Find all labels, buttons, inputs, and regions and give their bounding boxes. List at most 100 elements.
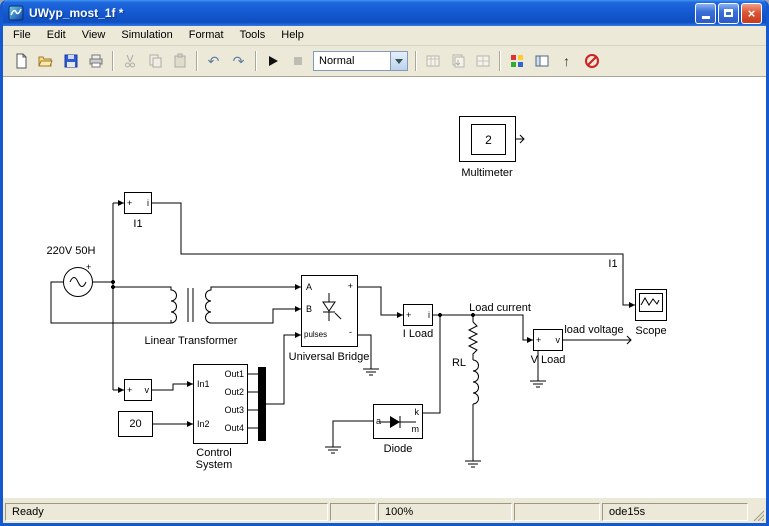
port-label-m: m [411,424,420,434]
port-label-i: i [147,198,149,208]
scope-trace-icon [640,296,660,306]
start-simulation-button[interactable] [260,49,285,73]
cut-button[interactable] [117,49,142,73]
transformer-symbol[interactable] [151,286,231,324]
block-label-rl[interactable]: RL [452,357,466,369]
constant-block[interactable]: 20 [118,411,153,437]
undo-icon: ↶ [207,53,220,69]
library-browser-button[interactable] [504,49,529,73]
refresh-blocks-button[interactable] [470,49,495,73]
menu-format[interactable]: Format [181,26,232,45]
diode-block[interactable]: a k m [373,404,423,439]
debug-icon [584,54,599,68]
stop-simulation-button[interactable] [285,49,310,73]
block-label-multimeter[interactable]: Multimeter [461,167,512,179]
block-label-diode[interactable]: Diode [384,443,413,455]
block-label-bridge[interactable]: Universal Bridge [289,351,370,363]
stop-icon [293,57,302,65]
rl-branch-symbol[interactable] [467,321,479,405]
port-label-plus: + [127,198,133,208]
port-label-out2: Out2 [224,387,244,397]
title-bar[interactable]: UWyp_most_1f * × [3,0,766,26]
menu-bar: File Edit View Simulation Format Tools H… [3,26,766,46]
toolbar-separator [415,51,416,71]
new-model-button[interactable] [8,49,33,73]
window-title: UWyp_most_1f * [29,6,124,20]
port-label-in2: In2 [197,419,210,429]
scope-block[interactable] [635,289,667,321]
chevron-down-icon [395,58,403,64]
status-ready: Ready [5,503,328,521]
sine-wave-icon [69,277,87,287]
mux-block[interactable] [258,367,266,441]
toolbar: ↶ ↷ Normal ↑ [3,46,766,77]
model-canvas[interactable]: + 220V 50H + i I1 Linear Transformer A B… [3,77,766,498]
annotation-i1-signal[interactable]: I1 [608,258,617,270]
block-label-control-line2[interactable]: System [196,459,233,471]
redo-button[interactable]: ↷ [226,49,251,73]
menu-help[interactable]: Help [273,26,312,45]
annotation-load-current[interactable]: Load current [469,302,531,314]
port-label-plus: + [127,385,133,395]
control-system-block[interactable]: In1 In2 Out1 Out2 Out3 Out4 [193,364,248,444]
multimeter-value: 2 [485,132,492,147]
menu-tools[interactable]: Tools [232,26,274,45]
block-label-vload[interactable]: V Load [531,354,566,366]
minimize-button[interactable] [695,2,716,24]
voltage-measurement-block[interactable]: + v [124,379,152,401]
block-label-control-line1[interactable]: Control [196,447,231,459]
undo-button[interactable]: ↶ [201,49,226,73]
resize-grip[interactable] [750,503,764,521]
voltage-measurement-vload-block[interactable]: + v [533,329,563,351]
paste-button[interactable] [167,49,192,73]
float-scope-button[interactable]: ↑ [554,49,579,73]
cut-icon [124,54,135,68]
paste-icon [174,53,185,68]
open-model-button[interactable] [33,49,58,73]
block-label-iload[interactable]: I Load [403,328,434,340]
maximize-button[interactable] [718,2,739,24]
refresh-blocks-icon [476,55,489,67]
multimeter-display: 2 [471,124,506,155]
model-browser-button[interactable] [529,49,554,73]
scope-screen [639,293,663,312]
status-bar: Ready 100% ode15s [3,498,766,523]
menu-edit[interactable]: Edit [39,26,74,45]
dropdown-button[interactable] [390,52,407,70]
update-diagram-button[interactable] [420,49,445,73]
menu-file[interactable]: File [5,26,39,45]
close-button[interactable]: × [741,2,762,24]
port-label-i: i [428,310,430,320]
port-label-out4: Out4 [224,423,244,433]
simulink-model-window: UWyp_most_1f * × File Edit View Simulati… [0,0,769,526]
copy-button[interactable] [142,49,167,73]
port-label-minus: - [349,327,352,337]
block-label-scope[interactable]: Scope [635,325,666,337]
annotation-load-voltage[interactable]: load voltage [564,324,623,336]
debug-button[interactable] [579,49,604,73]
universal-bridge-block[interactable]: A B pulses + - [301,275,358,347]
simulink-app-icon [8,5,24,21]
menu-simulation[interactable]: Simulation [113,26,180,45]
close-icon: × [747,5,756,21]
play-icon [268,56,278,66]
port-label-k: k [414,407,420,417]
float-scope-icon: ↑ [563,53,570,69]
new-model-icon [16,53,26,69]
block-label-source[interactable]: 220V 50H [47,245,96,257]
current-measurement-i1-block[interactable]: + i [124,192,152,214]
port-label-plus: + [536,335,542,345]
block-label-i1[interactable]: I1 [133,218,142,230]
save-model-button[interactable] [58,49,83,73]
build-model-icon [452,54,464,68]
open-model-icon [37,56,53,67]
build-model-button[interactable] [445,49,470,73]
simulation-mode-select[interactable]: Normal [313,51,408,71]
current-measurement-iload-block[interactable]: + i [403,304,433,326]
status-spacer [330,503,376,521]
multimeter-block[interactable]: 2 [459,116,516,162]
port-label-b: B [306,304,313,314]
print-button[interactable] [83,49,108,73]
menu-view[interactable]: View [74,26,114,45]
block-label-transformer[interactable]: Linear Transformer [145,335,238,347]
